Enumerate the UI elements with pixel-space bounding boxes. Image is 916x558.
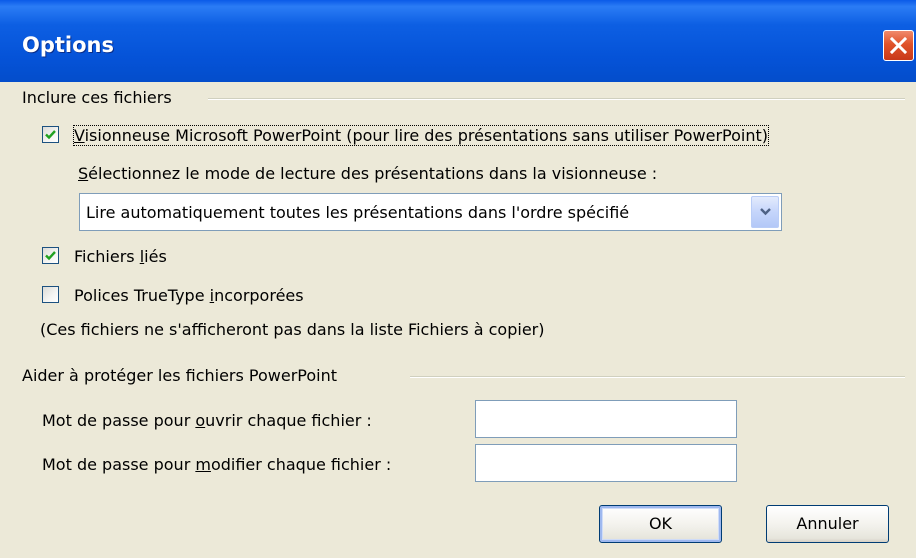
include-files-note: (Ces fichiers ne s'afficheront pas dans … (40, 320, 545, 339)
open-password-label-pre: Mot de passe pour (42, 411, 196, 430)
linked-files-label-post: iés (144, 247, 167, 266)
cancel-button[interactable]: Annuler (766, 505, 889, 543)
viewer-label-mnemonic: V (74, 126, 85, 145)
open-password-label-mnemonic: o (195, 411, 206, 430)
modify-password-label-post: odifier chaque fichier : (210, 455, 392, 474)
modify-password-input[interactable] (475, 444, 737, 482)
embedded-truetype-checkbox-label[interactable]: Polices TrueType incorporées (74, 286, 304, 305)
linked-files-checkbox-label[interactable]: Fichiers liés (74, 247, 167, 266)
viewer-mode-dropdown-button[interactable] (751, 196, 779, 228)
protect-files-group-label: Aider à protéger les fichiers PowerPoint (22, 366, 338, 385)
truetype-label-post: ncorporées (214, 286, 304, 305)
viewer-label-text: isionneuse Microsoft PowerPoint (pour li… (84, 126, 769, 145)
viewer-checkbox[interactable] (42, 126, 59, 143)
protect-files-group-divider (410, 376, 905, 378)
window-title: Options (22, 33, 114, 57)
viewer-mode-select[interactable]: Lire automatiquement toutes les présenta… (79, 193, 782, 231)
embedded-truetype-checkbox[interactable] (42, 286, 59, 303)
ok-button[interactable]: OK (599, 505, 722, 543)
open-password-input[interactable] (475, 400, 737, 438)
options-dialog: Options Inclure ces fichiers Visionneuse… (0, 0, 916, 558)
check-mark-icon (45, 130, 56, 140)
modify-password-label-mnemonic: m (195, 455, 211, 474)
viewer-mode-prompt-text: électionnez le mode de lecture des prése… (88, 164, 658, 183)
viewer-mode-prompt-mnemonic: S (78, 164, 89, 183)
truetype-label-pre: Polices TrueType (74, 286, 210, 305)
modify-password-label: Mot de passe pour modifier chaque fichie… (42, 455, 391, 474)
title-bar[interactable]: Options (0, 0, 916, 82)
close-button[interactable] (883, 30, 914, 61)
check-mark-icon (45, 251, 56, 261)
viewer-mode-selected-value: Lire automatiquement toutes les présenta… (86, 203, 630, 222)
open-password-label: Mot de passe pour ouvrir chaque fichier … (42, 411, 372, 430)
viewer-checkbox-label[interactable]: Visionneuse Microsoft PowerPoint (pour l… (72, 125, 770, 146)
viewer-mode-prompt: Sélectionnez le mode de lecture des prés… (78, 164, 657, 183)
chevron-down-icon (760, 208, 771, 216)
open-password-label-post: uvrir chaque fichier : (205, 411, 372, 430)
include-files-group-divider (208, 98, 905, 100)
linked-files-label-pre: Fichiers (74, 247, 140, 266)
modify-password-label-pre: Mot de passe pour (42, 455, 196, 474)
include-files-group-label: Inclure ces fichiers (22, 88, 172, 107)
linked-files-checkbox[interactable] (42, 247, 59, 264)
